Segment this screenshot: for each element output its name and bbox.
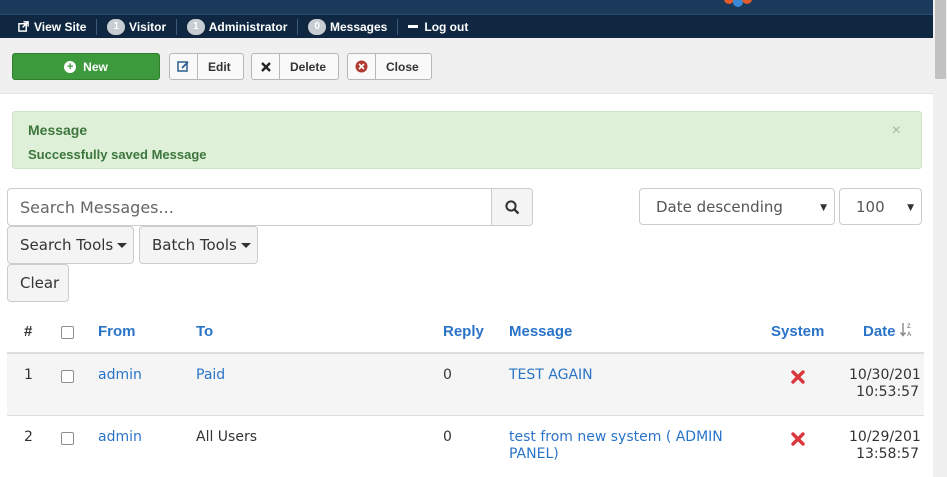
search-input[interactable] [8,189,491,225]
row-to-link[interactable]: Paid [196,367,225,384]
row-date-day: 10/30/201 [849,367,921,383]
select-all-checkbox[interactable] [61,326,74,339]
header-date[interactable]: Date Z A [863,311,914,353]
messages-count-badge: 0 [308,18,326,35]
sort-select-value: Date descending [656,197,783,216]
divider [297,18,299,35]
plus-circle-icon: + [64,60,77,73]
search-group [7,188,533,226]
close-button-label: Close [386,59,419,74]
x-icon [252,54,280,79]
header-system[interactable]: System [771,311,824,353]
toolbar: + New Edit Delete Close [0,38,933,94]
header-date-label: Date [863,323,896,340]
alert-close-button[interactable]: × [892,122,901,140]
search-button[interactable] [491,189,532,225]
row-from-link[interactable]: admin [98,367,142,384]
caret-down-icon: ▼ [907,203,914,213]
row-date-time: 10:53:57 [856,384,919,400]
new-button[interactable]: + New [12,53,160,80]
visitor-count-item[interactable]: 1 Visitor [107,18,167,35]
row-message-line2: PANEL) [509,446,559,462]
visitor-label: Visitor [129,19,167,34]
visitor-count-badge: 1 [107,18,126,35]
delete-button-label: Delete [290,59,327,74]
edit-button[interactable]: Edit [169,53,244,80]
svg-text:A: A [907,332,912,338]
admin-label: Administrator [208,19,288,34]
row-message-link[interactable]: test from new system ( ADMIN PANEL) [509,429,723,463]
status-bar: View Site 1 Visitor 1 Administrator 0 Me… [0,14,933,38]
row-date-time: 13:58:57 [856,446,919,462]
table-row: 1 admin Paid 0 TEST AGAIN 10/30/201 10:5… [7,354,924,416]
logout-link[interactable]: Log out [408,20,468,34]
divider [176,18,178,35]
row-date-day: 10/29/201 [849,429,921,445]
new-button-label: New [83,59,108,74]
clear-label: Clear [20,274,60,292]
delete-button[interactable]: Delete [251,53,340,80]
header-message[interactable]: Message [509,311,572,353]
search-tools-button[interactable]: Search Tools [7,226,134,264]
header-strip [0,0,933,14]
row-reply-count: 0 [443,429,452,445]
messages-count-item[interactable]: 0 Messages [308,18,388,35]
success-alert: Message Successfully saved Message × [12,111,922,169]
close-button[interactable]: Close [347,53,432,80]
search-icon [504,199,519,214]
header-from[interactable]: From [98,311,136,353]
header-number: # [24,323,33,340]
scrollbar-thumb[interactable] [935,0,946,79]
view-site-label: View Site [34,19,87,34]
row-message-link[interactable]: TEST AGAIN [509,367,593,384]
view-site-link[interactable]: View Site [18,20,86,34]
header-to[interactable]: To [196,311,213,353]
table-row: 2 admin All Users 0 test from new system… [7,416,924,477]
row-date: 10/30/201 10:53:57 [849,367,921,401]
close-circle-icon [348,54,376,79]
header-reply[interactable]: Reply [443,311,484,353]
batch-tools-button[interactable]: Batch Tools [139,226,258,264]
caret-down-icon: ▼ [820,203,827,213]
svg-text:Z: Z [907,324,911,330]
logout-label: Log out [424,19,469,34]
search-tools-label: Search Tools [20,236,114,254]
divider [96,18,98,35]
limit-select-value: 100 [856,197,885,216]
clear-button[interactable]: Clear [7,264,69,302]
messages-label: Messages [329,19,388,34]
batch-tools-label: Batch Tools [152,236,237,254]
sort-select[interactable]: Date descending ▼ [639,188,835,225]
system-no-icon [791,370,805,384]
caret-down-icon [117,242,128,248]
row-from-link[interactable]: admin [98,429,142,446]
row-reply-count: 0 [443,367,452,383]
edit-button-label: Edit [208,59,231,74]
row-number: 1 [24,367,33,383]
row-to-text: All Users [196,429,258,445]
caret-down-icon [240,242,251,248]
row-message-line1: test from new system ( ADMIN [509,429,723,445]
minus-icon [408,25,419,28]
admin-count-badge: 1 [187,18,205,35]
limit-select[interactable]: 100 ▼ [839,188,922,225]
sort-alpha-desc-icon: Z A [899,323,912,338]
row-checkbox[interactable] [61,370,74,383]
admin-count-item[interactable]: 1 Administrator [187,18,288,35]
alert-title: Message [28,122,88,138]
alert-message: Successfully saved Message [28,147,207,162]
row-checkbox[interactable] [61,432,74,445]
external-link-icon [18,21,29,32]
edit-icon [170,54,198,79]
row-date: 10/29/201 13:58:57 [849,429,921,463]
divider [397,18,399,35]
system-no-icon [791,432,805,446]
row-number: 2 [24,429,33,445]
